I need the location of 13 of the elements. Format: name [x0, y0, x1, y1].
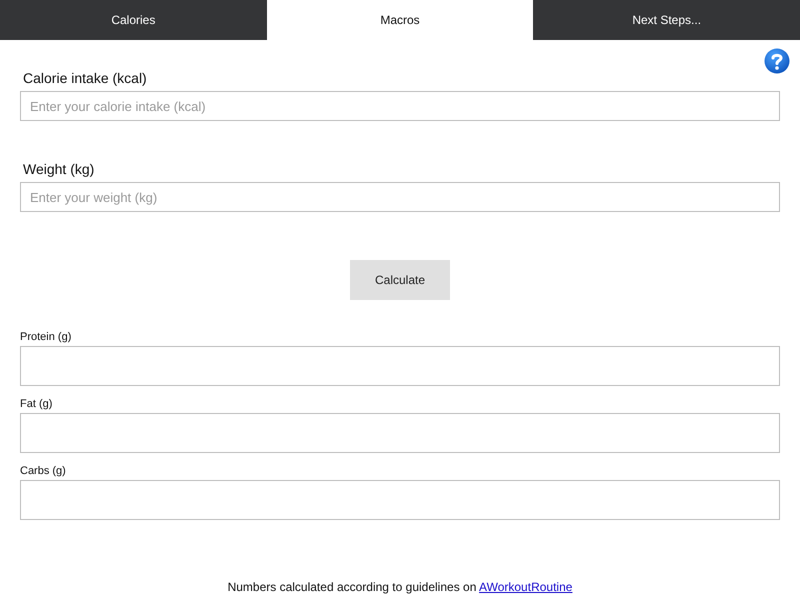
- help-icon[interactable]: [764, 48, 790, 74]
- input-field[interactable]: Enter your calorie intake (kcal): [20, 91, 780, 121]
- footer-note: Numbers calculated according to guidelines on AWorkoutRoutine: [228, 580, 572, 595]
- result-label: Carbs (g): [20, 465, 66, 478]
- result-label: Protein (g): [20, 331, 72, 344]
- tab[interactable]: Next Steps...: [533, 0, 800, 40]
- source-link[interactable]: AWorkoutRoutine: [479, 580, 572, 594]
- calculate-button[interactable]: Calculate: [350, 260, 450, 300]
- result-label: Fat (g): [20, 398, 52, 411]
- input-field[interactable]: Enter your weight (kg): [20, 182, 780, 212]
- tab[interactable]: Calories: [0, 0, 267, 40]
- field-label: Weight (kg): [23, 161, 94, 178]
- field-label: Calorie intake (kcal): [23, 70, 147, 87]
